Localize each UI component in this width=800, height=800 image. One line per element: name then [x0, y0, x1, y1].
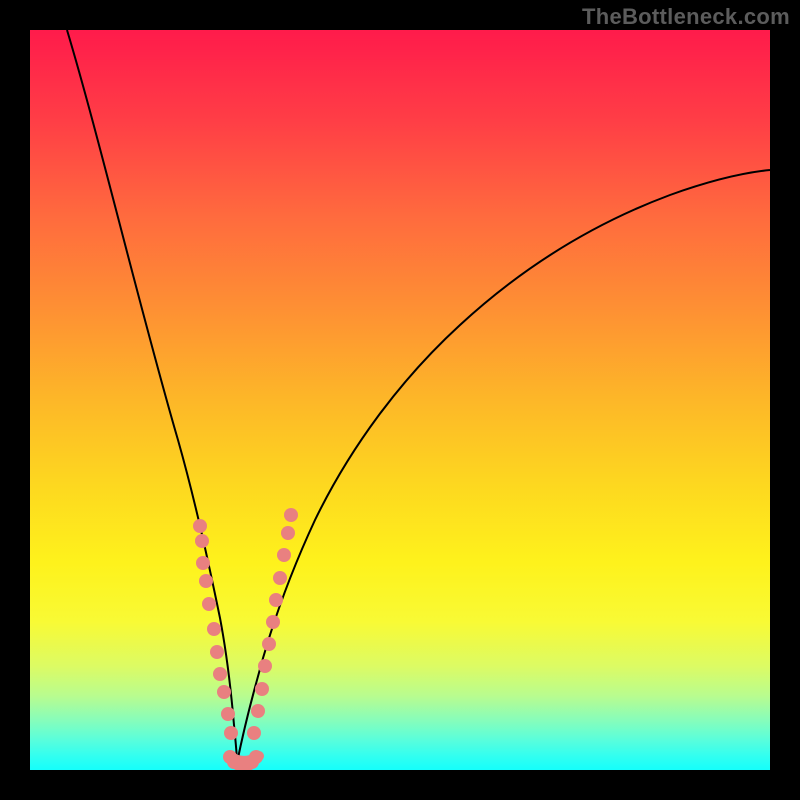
- curve-right-branch: [237, 170, 770, 763]
- outer-frame: TheBottleneck.com: [0, 0, 800, 800]
- scatter-bottom-dots: [223, 750, 263, 770]
- plot-area: [30, 30, 770, 770]
- attribution-text: TheBottleneck.com: [582, 4, 790, 30]
- scatter-right-dots: [247, 508, 298, 740]
- scatter-left-dots: [193, 519, 238, 740]
- chart-svg: [30, 30, 770, 770]
